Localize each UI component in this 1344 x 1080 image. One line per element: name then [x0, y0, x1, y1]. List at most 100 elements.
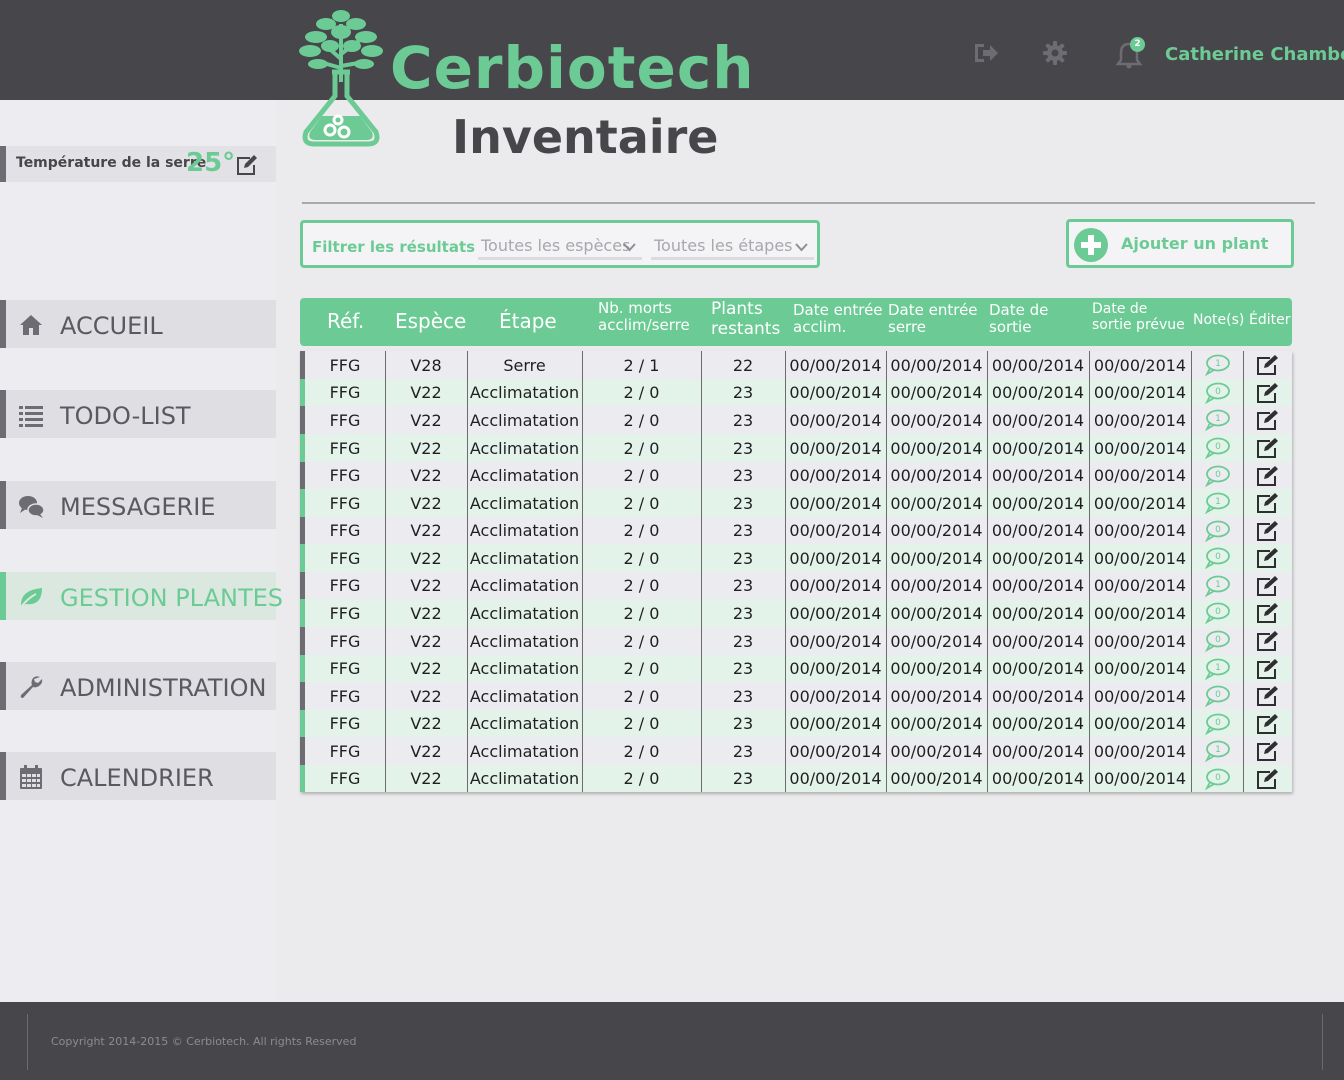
table-row[interactable]: FFG V22 Acclimatation 2 / 0 23 00/00/2014 00/0…	[300, 655, 1292, 682]
notes-cell[interactable]: 1	[1191, 406, 1243, 434]
edit-cell[interactable]	[1243, 627, 1292, 655]
table-row[interactable]: FFG V22 Acclimatation 2 / 0 23 00/00/2014 00/0…	[300, 710, 1292, 737]
column-header-sortie-prevue[interactable]: Date de sortie prévue	[1092, 301, 1185, 333]
add-plant-button[interactable]: Ajouter un plant	[1066, 219, 1294, 268]
edit-icon[interactable]	[1255, 520, 1281, 542]
sidebar-item-calendrier[interactable]: CALENDRIER	[0, 752, 276, 800]
speech-bubble-icon[interactable]: 0	[1203, 602, 1231, 624]
notes-cell[interactable]: 0	[1191, 710, 1243, 737]
sidebar-item-todo-list[interactable]: TODO-LIST	[0, 390, 276, 438]
speech-bubble-icon[interactable]: 0	[1203, 465, 1231, 487]
table-row[interactable]: FFG V22 Acclimatation 2 / 0 23 00/00/2014 00/0…	[300, 379, 1292, 406]
notes-cell[interactable]: 0	[1191, 765, 1243, 792]
table-row[interactable]: FFG V22 Acclimatation 2 / 0 23 00/00/2014 00/0…	[300, 406, 1292, 434]
table-row[interactable]: FFG V22 Acclimatation 2 / 0 23 00/00/2014 00/0…	[300, 462, 1292, 489]
edit-cell[interactable]	[1243, 572, 1292, 599]
notes-cell[interactable]: 0	[1191, 682, 1243, 710]
stage-select[interactable]: Toutes les étapes	[651, 232, 814, 260]
column-header-espece[interactable]: Espèce	[395, 310, 466, 333]
table-row[interactable]: FFG V22 Acclimatation 2 / 0 23 00/00/2014 00/0…	[300, 627, 1292, 655]
edit-cell[interactable]	[1243, 710, 1292, 737]
notes-cell[interactable]: 0	[1191, 379, 1243, 406]
table-row[interactable]: FFG V28 Serre 2 / 1 22 00/00/2014 00/00/2014 00…	[300, 351, 1292, 379]
table-row[interactable]: FFG V22 Acclimatation 2 / 0 23 00/00/2014 00/0…	[300, 765, 1292, 792]
edit-icon[interactable]	[1255, 492, 1281, 514]
table-row[interactable]: FFG V22 Acclimatation 2 / 0 23 00/00/2014 00/0…	[300, 489, 1292, 517]
edit-icon[interactable]	[1255, 437, 1281, 459]
speech-bubble-icon[interactable]: 1	[1203, 354, 1231, 376]
column-header-editer[interactable]: Éditer	[1249, 312, 1290, 328]
edit-cell[interactable]	[1243, 462, 1292, 489]
edit-cell[interactable]	[1243, 599, 1292, 627]
notes-cell[interactable]: 0	[1191, 434, 1243, 462]
speech-bubble-icon[interactable]: 1	[1203, 575, 1231, 597]
table-row[interactable]: FFG V22 Acclimatation 2 / 0 23 00/00/2014 00/0…	[300, 517, 1292, 544]
edit-icon[interactable]	[1255, 409, 1281, 431]
user-name[interactable]: Catherine Chambon	[1165, 44, 1344, 65]
speech-bubble-icon[interactable]: 0	[1203, 547, 1231, 569]
edit-icon[interactable]	[1255, 685, 1281, 707]
edit-icon[interactable]	[1255, 575, 1281, 597]
table-row[interactable]: FFG V22 Acclimatation 2 / 0 23 00/00/2014 00/0…	[300, 434, 1292, 462]
sidebar-item-messagerie[interactable]: MESSAGERIE	[0, 481, 276, 529]
notes-cell[interactable]: 0	[1191, 544, 1243, 572]
column-header-etape[interactable]: Étape	[499, 310, 557, 333]
edit-icon[interactable]	[1255, 658, 1281, 680]
sign-out-icon[interactable]	[971, 38, 1001, 68]
edit-cell[interactable]	[1243, 544, 1292, 572]
speech-bubble-icon[interactable]: 0	[1203, 520, 1231, 542]
speech-bubble-icon[interactable]: 0	[1203, 685, 1231, 707]
edit-temperature-icon[interactable]	[235, 154, 259, 176]
edit-cell[interactable]	[1243, 434, 1292, 462]
notes-cell[interactable]: 0	[1191, 462, 1243, 489]
speech-bubble-icon[interactable]: 0	[1203, 382, 1231, 404]
notes-cell[interactable]: 1	[1191, 351, 1243, 379]
notes-cell[interactable]: 0	[1191, 517, 1243, 544]
edit-icon[interactable]	[1255, 382, 1281, 404]
gear-icon[interactable]	[1040, 38, 1070, 68]
edit-cell[interactable]	[1243, 489, 1292, 517]
speech-bubble-icon[interactable]: 0	[1203, 713, 1231, 735]
edit-icon[interactable]	[1255, 630, 1281, 652]
speech-bubble-icon[interactable]: 1	[1203, 658, 1231, 680]
edit-icon[interactable]	[1255, 768, 1281, 790]
edit-cell[interactable]	[1243, 379, 1292, 406]
column-header-morts[interactable]: Nb. morts acclim/serre	[598, 299, 690, 335]
speech-bubble-icon[interactable]: 0	[1203, 768, 1231, 790]
edit-cell[interactable]	[1243, 765, 1292, 792]
edit-cell[interactable]	[1243, 655, 1292, 682]
edit-icon[interactable]	[1255, 547, 1281, 569]
sidebar-item-gestion-plantes[interactable]: GESTION PLANTES	[0, 572, 283, 620]
notes-cell[interactable]: 1	[1191, 489, 1243, 517]
table-row[interactable]: FFG V22 Acclimatation 2 / 0 23 00/00/2014 00/0…	[300, 737, 1292, 765]
notes-cell[interactable]: 1	[1191, 572, 1243, 599]
notes-cell[interactable]: 0	[1191, 599, 1243, 627]
edit-cell[interactable]	[1243, 682, 1292, 710]
sidebar-item-administration[interactable]: ADMINISTRATION	[0, 662, 276, 710]
speech-bubble-icon[interactable]: 1	[1203, 740, 1231, 762]
column-header-ref[interactable]: Réf.	[327, 310, 364, 333]
sidebar-item-accueil[interactable]: ACCUEIL	[0, 300, 276, 348]
column-header-date-serre[interactable]: Date entrée serre	[888, 301, 978, 337]
species-select[interactable]: Toutes les espèces	[478, 232, 642, 260]
edit-icon[interactable]	[1255, 602, 1281, 624]
notes-cell[interactable]: 0	[1191, 627, 1243, 655]
edit-cell[interactable]	[1243, 406, 1292, 434]
edit-icon[interactable]	[1255, 713, 1281, 735]
edit-cell[interactable]	[1243, 517, 1292, 544]
edit-cell[interactable]	[1243, 737, 1292, 765]
column-header-notes[interactable]: Note(s)	[1193, 312, 1244, 328]
edit-icon[interactable]	[1255, 465, 1281, 487]
edit-icon[interactable]	[1255, 740, 1281, 762]
edit-cell[interactable]	[1243, 351, 1292, 379]
table-row[interactable]: FFG V22 Acclimatation 2 / 0 23 00/00/2014 00/0…	[300, 572, 1292, 599]
table-row[interactable]: FFG V22 Acclimatation 2 / 0 23 00/00/2014 00/0…	[300, 599, 1292, 627]
speech-bubble-icon[interactable]: 1	[1203, 409, 1231, 431]
speech-bubble-icon[interactable]: 0	[1203, 630, 1231, 652]
table-row[interactable]: FFG V22 Acclimatation 2 / 0 23 00/00/2014 00/0…	[300, 682, 1292, 710]
column-header-date-acclim[interactable]: Date entrée acclim.	[793, 301, 883, 337]
notes-cell[interactable]: 1	[1191, 655, 1243, 682]
notes-cell[interactable]: 1	[1191, 737, 1243, 765]
edit-icon[interactable]	[1255, 354, 1281, 376]
table-row[interactable]: FFG V22 Acclimatation 2 / 0 23 00/00/2014 00/0…	[300, 544, 1292, 572]
